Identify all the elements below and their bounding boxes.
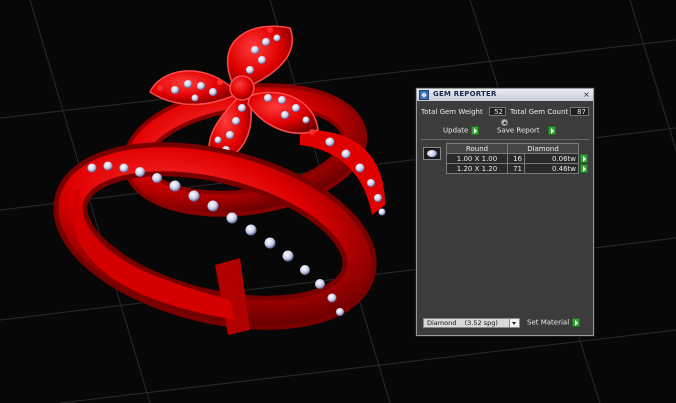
close-icon[interactable]: × — [582, 90, 591, 99]
play-arrow-icon[interactable] — [471, 126, 480, 135]
set-material-label: Set Material — [527, 318, 570, 327]
divider — [421, 139, 589, 140]
material-select[interactable]: Diamond (3.52 spg) — [423, 318, 520, 328]
save-report-button[interactable]: Save Report — [497, 126, 556, 135]
round-gem-icon — [423, 147, 441, 160]
header-diamond: Diamond — [507, 143, 579, 154]
material-select-value: Diamond (3.52 spg) — [427, 319, 498, 327]
table-row[interactable]: 1.20 X 1.20 71 0.46tw — [446, 163, 590, 174]
chevron-down-icon[interactable] — [509, 319, 519, 327]
set-material-button[interactable]: Set Material — [527, 318, 581, 327]
total-gem-count-value: 87 — [570, 107, 589, 116]
collapse-arrow-icon[interactable] — [501, 119, 508, 126]
gem-weight: 0.06tw — [524, 153, 579, 164]
total-gem-weight-label: Total Gem Weight — [421, 108, 483, 116]
gem-size: 1.20 X 1.20 — [446, 163, 508, 174]
save-report-label: Save Report — [497, 126, 540, 135]
play-arrow-icon[interactable] — [580, 154, 588, 163]
update-label: Update — [443, 126, 469, 135]
table-header-row: Round Diamond — [446, 143, 590, 154]
panel-title: GEM REPORTER — [433, 90, 497, 98]
gem-reporter-app-icon — [419, 90, 429, 100]
total-gem-count-label: Total Gem Count — [510, 108, 569, 116]
panel-titlebar[interactable]: GEM REPORTER × — [417, 89, 593, 101]
play-arrow-icon[interactable] — [580, 164, 588, 173]
play-arrow-icon[interactable] — [572, 318, 581, 327]
gem-count: 16 — [507, 153, 525, 164]
table-row[interactable]: 1.00 X 1.00 16 0.06tw — [446, 153, 590, 164]
header-round: Round — [446, 143, 508, 154]
update-button[interactable]: Update — [443, 126, 480, 135]
play-arrow-icon[interactable] — [547, 126, 556, 135]
gem-table: Round Diamond 1.00 X 1.00 16 0.06tw 1.20… — [446, 143, 590, 174]
gem-reporter-panel: GEM REPORTER × Total Gem Weight 52 Total… — [416, 88, 594, 336]
gem-weight: 0.46tw — [524, 163, 579, 174]
total-gem-weight-value: 52 — [489, 107, 506, 116]
gem-size: 1.00 X 1.00 — [446, 153, 508, 164]
gem-count: 71 — [507, 163, 525, 174]
